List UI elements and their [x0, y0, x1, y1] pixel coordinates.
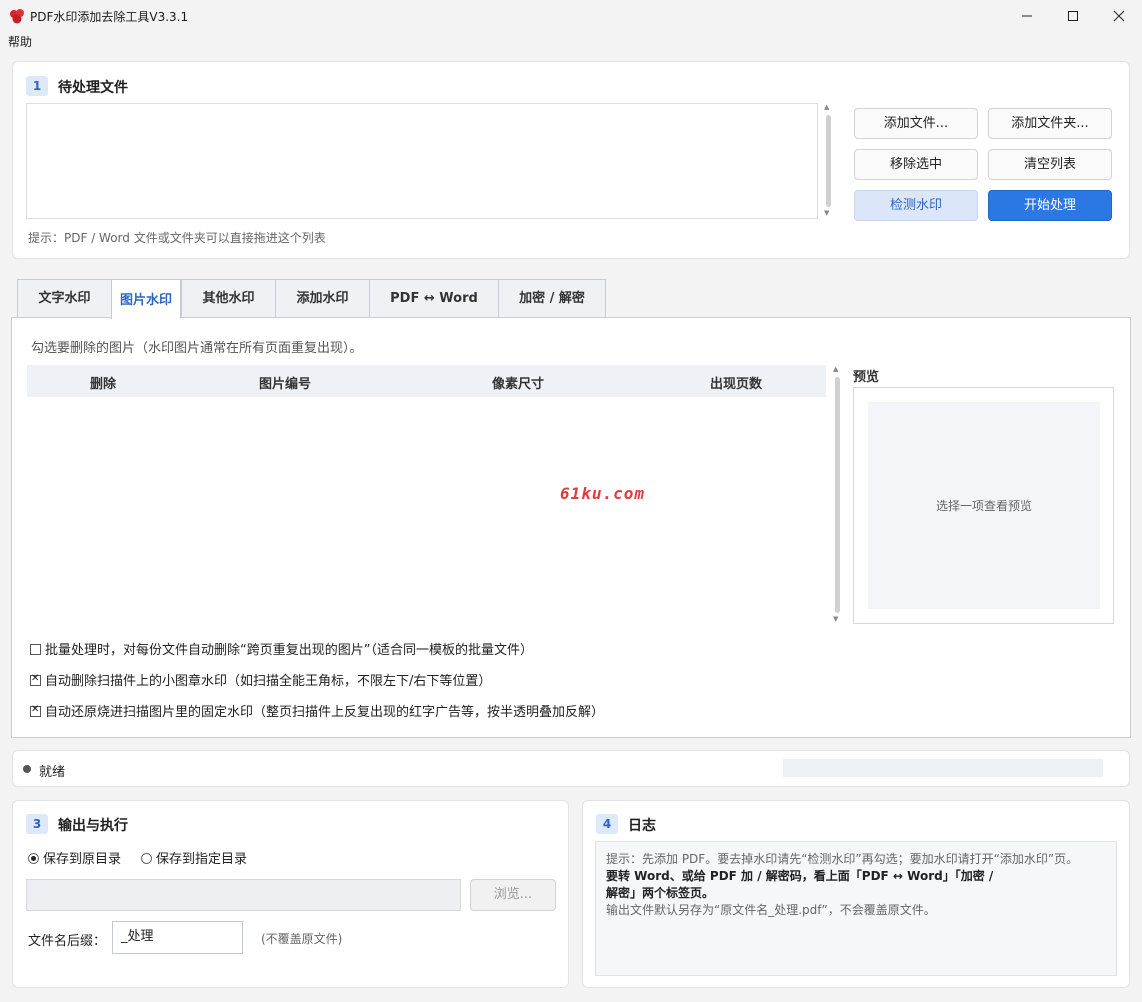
- remove-selected-button[interactable]: 移除选中: [854, 149, 978, 180]
- scroll-down-icon: ▼: [833, 615, 839, 623]
- minimize-icon: [1022, 15, 1032, 17]
- maximize-icon: [1068, 11, 1078, 21]
- checkbox-restore-burned[interactable]: [30, 704, 41, 717]
- image-table-body[interactable]: [27, 397, 826, 625]
- preview-placeholder: 选择一项查看预览: [868, 402, 1100, 609]
- preview-label: 预览: [853, 370, 880, 385]
- overlay-watermark-text: 61ku.com: [560, 484, 646, 503]
- option-label: 自动还原烧进扫描图片里的固定水印（整页扫描件上反复出现的红字广告等，按半透明叠加…: [45, 705, 605, 720]
- log-line: 解密」两个标签页。: [606, 886, 715, 900]
- suffix-input[interactable]: _处理: [112, 921, 243, 954]
- drop-hint: 提示：PDF / Word 文件或文件夹可以直接拖进这个列表: [28, 231, 326, 245]
- tab-text-watermark[interactable]: 文字水印: [17, 279, 112, 317]
- option-batch-cross-page[interactable]: 批量处理时，对每份文件自动删除“跨页重复出现的图片”（适合同一模板的批量文件）: [30, 639, 533, 658]
- radio-label: 保存到原目录: [43, 852, 122, 867]
- title-bar: PDF水印添加去除工具V3.3.1: [0, 0, 1142, 32]
- column-image-id[interactable]: 图片编号: [259, 373, 311, 392]
- option-restore-burned[interactable]: 自动还原烧进扫描图片里的固定水印（整页扫描件上反复出现的红字广告等，按半透明叠加…: [30, 701, 604, 720]
- section-title: 输出与执行: [58, 818, 128, 834]
- option-label: 批量处理时，对每份文件自动删除“跨页重复出现的图片”（适合同一模板的批量文件）: [45, 643, 533, 658]
- image-table-header: 删除 图片编号 像素尺寸 出现页数: [27, 365, 826, 397]
- file-list[interactable]: [26, 103, 818, 219]
- tab-add-watermark[interactable]: 添加水印: [275, 279, 370, 317]
- suffix-note: (不覆盖原文件): [261, 932, 343, 946]
- maximize-button[interactable]: [1050, 0, 1096, 32]
- tab-pdf-word[interactable]: PDF ↔ Word: [369, 279, 499, 317]
- status-text: 就绪: [39, 765, 66, 780]
- option-remove-stamp[interactable]: 自动删除扫描件上的小图章水印（如扫描全能王角标，不限左下/右下等位置）: [30, 670, 491, 689]
- scroll-down-icon: ▼: [824, 209, 830, 217]
- radio-label: 保存到指定目录: [156, 852, 248, 867]
- scroll-up-icon: ▲: [824, 103, 830, 111]
- section-number: 3: [26, 814, 48, 834]
- minimize-button[interactable]: [1004, 0, 1050, 32]
- tab-other-watermark[interactable]: 其他水印: [181, 279, 276, 317]
- radio-save-custom[interactable]: 保存到指定目录: [141, 848, 247, 867]
- log-line: 要转 Word、或给 PDF 加 / 解密码，看上面「PDF ↔ Word」「加…: [606, 869, 994, 883]
- radio-save-original[interactable]: 保存到原目录: [28, 848, 121, 867]
- radio-original-icon[interactable]: [28, 853, 39, 864]
- app-logo-icon: [10, 9, 24, 24]
- add-file-button[interactable]: 添加文件...: [854, 108, 978, 139]
- preview-placeholder-text: 选择一项查看预览: [935, 499, 1032, 513]
- detect-watermark-button[interactable]: 检测水印: [854, 190, 978, 221]
- checkbox-batch-cross-page[interactable]: [30, 644, 41, 655]
- checkbox-remove-stamp[interactable]: [30, 673, 41, 686]
- log-line: 输出文件默认另存为“原文件名_处理.pdf”，不会覆盖原文件。: [606, 903, 936, 917]
- column-page-count[interactable]: 出现页数: [710, 373, 762, 392]
- menu-bar: 帮助: [0, 32, 1142, 52]
- section-title: 待处理文件: [58, 80, 128, 96]
- close-icon: [1113, 10, 1125, 22]
- progress-bar: [783, 759, 1103, 777]
- image-table-scrollbar[interactable]: ▲ ▼: [832, 365, 842, 625]
- status-dot-icon: [23, 765, 31, 773]
- suffix-label: 文件名后缀：: [28, 934, 107, 949]
- preview-box: 选择一项查看预览: [853, 387, 1114, 624]
- column-delete[interactable]: 删除: [90, 373, 116, 392]
- log-line: 提示：先添加 PDF。要去掉水印请先“检测水印”再勾选；要加水印请打开“添加水印…: [606, 852, 1079, 866]
- section-number: 4: [596, 814, 618, 834]
- menu-help[interactable]: 帮助: [8, 33, 32, 50]
- start-process-button[interactable]: 开始处理: [988, 190, 1112, 221]
- browse-button[interactable]: 浏览...: [470, 879, 556, 911]
- file-list-scrollbar[interactable]: ▲ ▼: [823, 103, 833, 219]
- clear-list-button[interactable]: 清空列表: [988, 149, 1112, 180]
- image-tab-description: 勾选要删除的图片（水印图片通常在所有页面重复出现）。: [31, 341, 363, 356]
- window-title: PDF水印添加去除工具V3.3.1: [30, 10, 189, 24]
- option-label: 自动删除扫描件上的小图章水印（如扫描全能王角标，不限左下/右下等位置）: [45, 674, 492, 689]
- scroll-up-icon: ▲: [833, 365, 839, 373]
- section-number: 1: [26, 76, 48, 96]
- tab-image-watermark[interactable]: 图片水印: [111, 279, 181, 319]
- radio-custom-icon[interactable]: [141, 853, 152, 864]
- tab-encrypt-decrypt[interactable]: 加密 / 解密: [498, 279, 606, 317]
- section-title: 日志: [628, 818, 656, 834]
- output-dir-field[interactable]: [26, 879, 461, 911]
- add-folder-button[interactable]: 添加文件夹...: [988, 108, 1112, 139]
- log-box[interactable]: 提示：先添加 PDF。要去掉水印请先“检测水印”再勾选；要加水印请打开“添加水印…: [595, 841, 1117, 976]
- close-button[interactable]: [1096, 0, 1142, 32]
- column-pixel-size[interactable]: 像素尺寸: [492, 373, 544, 392]
